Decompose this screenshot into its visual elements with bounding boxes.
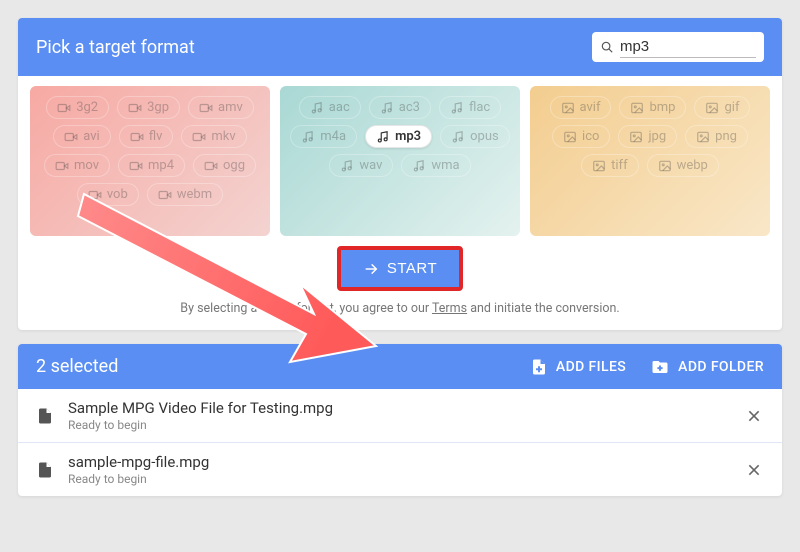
format-chip-label: mov — [74, 158, 99, 173]
format-chip-wav[interactable]: wav — [329, 154, 393, 177]
format-chip-label: jpg — [648, 129, 666, 144]
start-row: START — [18, 236, 782, 297]
file-status: Ready to begin — [68, 472, 730, 486]
format-chip-mp3[interactable]: mp3 — [365, 125, 432, 148]
file-list-header: 2 selected ADD FILES ADD FOLDER — [18, 344, 782, 389]
terms-text: By selecting a target format, you agree … — [18, 297, 782, 330]
format-chip-m4a[interactable]: m4a — [290, 125, 357, 148]
file-icon — [36, 406, 54, 426]
format-chip-label: mkv — [211, 129, 235, 144]
format-chip-avi[interactable]: avi — [53, 125, 110, 148]
format-chip-label: amv — [218, 100, 243, 115]
format-chip-flv[interactable]: flv — [119, 125, 174, 148]
file-name: Sample MPG Video File for Testing.mpg — [68, 399, 730, 417]
format-chip-aac[interactable]: aac — [299, 96, 361, 119]
search-icon — [600, 39, 614, 55]
file-list: Sample MPG Video File for Testing.mpgRea… — [18, 389, 782, 496]
file-row: Sample MPG Video File for Testing.mpgRea… — [18, 389, 782, 443]
terms-prefix: By selecting a target format, you agree … — [180, 301, 432, 316]
format-chip-label: ac3 — [399, 100, 420, 115]
remove-file-button[interactable] — [744, 460, 764, 480]
format-chip-ac3[interactable]: ac3 — [369, 96, 431, 119]
format-chip-bmp[interactable]: bmp — [619, 96, 686, 119]
format-chip-png[interactable]: png — [685, 125, 748, 148]
format-chip-tiff[interactable]: tiff — [581, 154, 638, 177]
format-chip-label: webp — [677, 158, 708, 173]
format-chip-3gp[interactable]: 3gp — [117, 96, 180, 119]
format-chip-label: mp4 — [148, 158, 174, 173]
format-chip-gif[interactable]: gif — [694, 96, 750, 119]
format-chip-label: avif — [580, 100, 601, 115]
format-chip-label: ico — [582, 129, 599, 144]
arrow-right-icon — [363, 261, 379, 277]
audio-format-column: aac ac3 flac m4a mp3 opus wav wma — [280, 86, 520, 236]
format-chip-label: 3g2 — [76, 100, 98, 115]
format-chip-label: avi — [83, 129, 99, 144]
terms-suffix: and initiate the conversion. — [467, 301, 620, 316]
format-chip-label: flv — [149, 129, 163, 144]
format-chip-label: bmp — [649, 100, 675, 115]
format-chip-amv[interactable]: amv — [188, 96, 254, 119]
format-picker-panel: Pick a target format 3g2 3gp amv avi flv mkv m… — [18, 18, 782, 330]
format-columns: 3g2 3gp amv avi flv mkv mov mp4 ogg vob webm aac ac… — [18, 76, 782, 236]
format-chip-label: wav — [359, 158, 382, 173]
format-chip-wma[interactable]: wma — [401, 154, 470, 177]
start-button-highlight: START — [337, 246, 463, 291]
add-folder-button[interactable]: ADD FOLDER — [650, 358, 764, 376]
format-chip-mp4[interactable]: mp4 — [118, 154, 185, 177]
close-icon — [746, 408, 762, 424]
add-files-label: ADD FILES — [556, 359, 626, 375]
close-icon — [746, 462, 762, 478]
add-folder-label: ADD FOLDER — [678, 359, 764, 375]
format-chip-label: 3gp — [147, 100, 169, 115]
format-chip-3g2[interactable]: 3g2 — [46, 96, 109, 119]
format-chip-opus[interactable]: opus — [440, 125, 510, 148]
image-format-column: avif bmp gif ico jpg png tiff webp — [530, 86, 770, 236]
format-chip-label: aac — [329, 100, 350, 115]
format-chip-label: ogg — [223, 158, 245, 173]
format-chip-vob[interactable]: vob — [77, 183, 139, 206]
file-info: sample-mpg-file.mpgReady to begin — [68, 453, 730, 486]
add-files-button[interactable]: ADD FILES — [530, 358, 626, 376]
format-chip-ogg[interactable]: ogg — [193, 154, 256, 177]
format-chip-label: flac — [469, 100, 490, 115]
format-chip-ico[interactable]: ico — [552, 125, 610, 148]
folder-add-icon — [650, 358, 670, 376]
format-chip-label: mp3 — [395, 129, 421, 144]
header-actions: ADD FILES ADD FOLDER — [530, 358, 764, 376]
format-chip-label: png — [715, 129, 737, 144]
format-chip-label: tiff — [611, 158, 627, 173]
format-chip-label: m4a — [320, 129, 346, 144]
format-picker-header: Pick a target format — [18, 18, 782, 76]
format-chip-flac[interactable]: flac — [439, 96, 501, 119]
format-chip-webm[interactable]: webm — [147, 183, 223, 206]
file-info: Sample MPG Video File for Testing.mpgRea… — [68, 399, 730, 432]
format-chip-label: webm — [177, 187, 212, 202]
terms-link[interactable]: Terms — [432, 301, 467, 316]
file-status: Ready to begin — [68, 418, 730, 432]
file-icon — [36, 460, 54, 480]
selected-count: 2 selected — [36, 356, 118, 377]
format-chip-webp[interactable]: webp — [647, 154, 719, 177]
format-chip-label: vob — [107, 187, 128, 202]
format-chip-label: wma — [431, 158, 459, 173]
format-chip-avif[interactable]: avif — [550, 96, 612, 119]
format-chip-label: gif — [724, 100, 739, 115]
format-chip-jpg[interactable]: jpg — [618, 125, 677, 148]
video-format-column: 3g2 3gp amv avi flv mkv mov mp4 ogg vob webm — [30, 86, 270, 236]
format-chip-label: opus — [470, 129, 499, 144]
file-add-icon — [530, 358, 548, 376]
format-chip-mkv[interactable]: mkv — [181, 125, 246, 148]
format-chip-mov[interactable]: mov — [44, 154, 110, 177]
file-row: sample-mpg-file.mpgReady to begin — [18, 443, 782, 496]
search-box[interactable] — [592, 32, 764, 62]
start-button[interactable]: START — [341, 250, 459, 287]
panel-title: Pick a target format — [36, 37, 195, 58]
file-list-panel: 2 selected ADD FILES ADD FOLDER Sample M… — [18, 344, 782, 496]
search-input[interactable] — [620, 36, 756, 58]
file-name: sample-mpg-file.mpg — [68, 453, 730, 471]
start-button-label: START — [387, 260, 437, 277]
remove-file-button[interactable] — [744, 406, 764, 426]
